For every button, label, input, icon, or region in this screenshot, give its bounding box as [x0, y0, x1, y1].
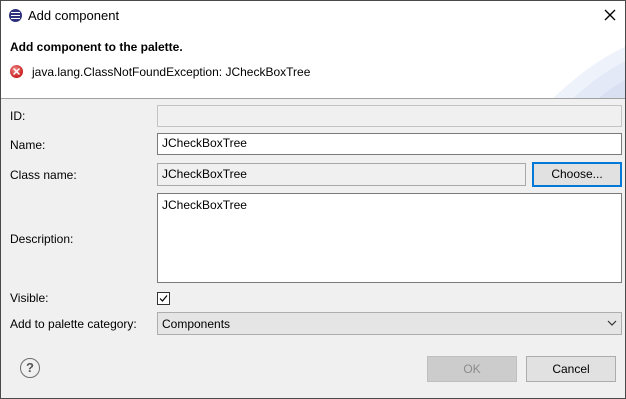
ok-button[interactable]: OK — [427, 356, 517, 382]
class-name-field[interactable]: JCheckBoxTree — [157, 163, 526, 186]
visible-checkbox[interactable] — [157, 292, 170, 305]
close-button[interactable] — [599, 5, 621, 25]
error-icon — [10, 65, 23, 78]
check-icon — [159, 295, 168, 302]
name-label: Name: — [10, 138, 46, 152]
category-label: Add to palette category: — [10, 317, 137, 331]
id-field — [157, 105, 622, 127]
eclipse-icon — [9, 9, 22, 22]
description-label: Description: — [10, 232, 74, 246]
description-field[interactable]: JCheckBoxTree — [157, 193, 622, 283]
add-component-dialog: Add component Add component to the palet… — [0, 0, 626, 399]
choose-button[interactable]: Choose... — [532, 162, 622, 187]
class-name-label: Class name: — [10, 168, 77, 182]
header-divider — [1, 98, 625, 99]
category-selected-value: Components — [162, 317, 231, 331]
window-title: Add component — [28, 8, 120, 23]
id-label: ID: — [10, 109, 26, 123]
header-title: Add component to the palette. — [10, 40, 183, 54]
dialog-header: Add component to the palette. java.lang.… — [1, 30, 625, 98]
close-icon — [604, 9, 616, 21]
error-message-text: java.lang.ClassNotFoundException: JCheck… — [32, 65, 311, 79]
title-bar[interactable]: Add component — [1, 1, 625, 30]
cancel-button[interactable]: Cancel — [526, 356, 616, 382]
category-select[interactable]: Components — [157, 312, 622, 335]
help-icon[interactable]: ? — [20, 358, 40, 378]
header-decoration — [553, 46, 625, 98]
name-field[interactable]: JCheckBoxTree — [157, 133, 622, 155]
chevron-down-icon — [607, 320, 617, 326]
visible-label: Visible: — [10, 291, 49, 305]
